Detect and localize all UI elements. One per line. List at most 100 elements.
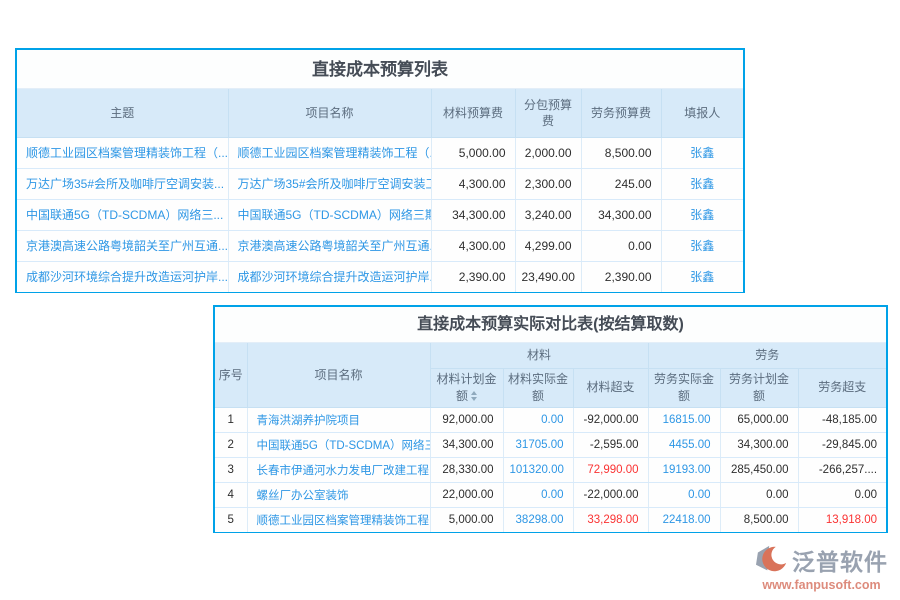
fanpu-watermark: 泛普软件 www.fanpusoft.com bbox=[755, 543, 888, 592]
budget-project-link[interactable]: 顺德工业园区档案管理精装饰工程（... bbox=[228, 137, 431, 168]
col-header-material-actual: 材料实际金额 bbox=[503, 368, 573, 407]
budget-material-cell: 4,300.00 bbox=[431, 230, 515, 261]
compare-table-row: 1青海洪湖养护院项目92,000.000.00-92,000.0016815.0… bbox=[215, 407, 886, 432]
col-header-reporter: 填报人 bbox=[661, 89, 743, 137]
budget-material-cell: 4,300.00 bbox=[431, 168, 515, 199]
seq-cell: 2 bbox=[215, 432, 247, 457]
labor-over-cell: -266,257.... bbox=[798, 457, 886, 482]
col-header-subject: 主题 bbox=[17, 89, 228, 137]
budget-header-row: 主题 项目名称 材料预算费 分包预算费 劳务预算费 填报人 bbox=[17, 89, 743, 137]
seq-cell: 1 bbox=[215, 407, 247, 432]
compare-table-row: 5顺德工业园区档案管理精装饰工程5,000.0038298.0033,298.0… bbox=[215, 507, 886, 532]
compare-panel: 直接成本预算实际对比表(按结算取数) 序号 项目名称 材料 劳务 材料计划金额 … bbox=[213, 305, 888, 533]
budget-table-row: 成都沙河环境综合提升改造运河护岸...成都沙河环境综合提升改造运河护岸...2,… bbox=[17, 261, 743, 292]
col-header-labor-actual: 劳务实际金额 bbox=[648, 368, 720, 407]
labor-plan-cell: 65,000.00 bbox=[720, 407, 798, 432]
fanpu-logo-text: 泛普软件 bbox=[792, 543, 888, 577]
budget-reporter-link[interactable]: 张鑫 bbox=[661, 261, 743, 292]
col-header-labor-plan: 劳务计划金额 bbox=[720, 368, 798, 407]
compare-table-row: 2中国联通5G（TD-SCDMA）网络三期...34,300.0031705.0… bbox=[215, 432, 886, 457]
material-over-cell: 33,298.00 bbox=[573, 507, 648, 532]
seq-cell: 4 bbox=[215, 482, 247, 507]
budget-subject-link[interactable]: 顺德工业园区档案管理精装饰工程（... bbox=[17, 137, 228, 168]
col-header-labor-budget: 劳务预算费 bbox=[581, 89, 661, 137]
labor-plan-cell: 285,450.00 bbox=[720, 457, 798, 482]
group-header-material: 材料 bbox=[430, 343, 648, 368]
budget-table-row: 中国联通5G（TD-SCDMA）网络三...中国联通5G（TD-SCDMA）网络… bbox=[17, 199, 743, 230]
budget-reporter-link[interactable]: 张鑫 bbox=[661, 230, 743, 261]
labor-over-cell: 0.00 bbox=[798, 482, 886, 507]
budget-project-link[interactable]: 成都沙河环境综合提升改造运河护岸... bbox=[228, 261, 431, 292]
budget-table-row: 京港澳高速公路粤境韶关至广州互通...京港澳高速公路粤境韶关至广州互通...4,… bbox=[17, 230, 743, 261]
sort-icon[interactable] bbox=[471, 391, 477, 401]
col-header-labor-over: 劳务超支 bbox=[798, 368, 886, 407]
budget-labor-cell: 8,500.00 bbox=[581, 137, 661, 168]
col-header-material-plan[interactable]: 材料计划金额 bbox=[430, 368, 503, 407]
compare-project-link[interactable]: 中国联通5G（TD-SCDMA）网络三期... bbox=[247, 432, 430, 457]
budget-material-cell: 2,390.00 bbox=[431, 261, 515, 292]
budget-subcontract-cell: 2,300.00 bbox=[515, 168, 581, 199]
budget-subject-link[interactable]: 万达广场35#会所及咖啡厅空调安装... bbox=[17, 168, 228, 199]
budget-reporter-link[interactable]: 张鑫 bbox=[661, 168, 743, 199]
budget-material-cell: 34,300.00 bbox=[431, 199, 515, 230]
fanpu-logo-icon bbox=[755, 544, 789, 576]
budget-table-body: 顺德工业园区档案管理精装饰工程（...顺德工业园区档案管理精装饰工程（...5,… bbox=[17, 137, 743, 292]
budget-material-cell: 5,000.00 bbox=[431, 137, 515, 168]
material-plan-cell: 34,300.00 bbox=[430, 432, 503, 457]
budget-table-row: 万达广场35#会所及咖啡厅空调安装...万达广场35#会所及咖啡厅空调安装工程4… bbox=[17, 168, 743, 199]
seq-cell: 3 bbox=[215, 457, 247, 482]
compare-table-row: 4螺丝厂办公室装饰22,000.000.00-22,000.000.000.00… bbox=[215, 482, 886, 507]
seq-cell: 5 bbox=[215, 507, 247, 532]
material-over-cell: -22,000.00 bbox=[573, 482, 648, 507]
col-header-project: 项目名称 bbox=[228, 89, 431, 137]
fanpu-logo-url: www.fanpusoft.com bbox=[755, 578, 888, 592]
budget-table-row: 顺德工业园区档案管理精装饰工程（...顺德工业园区档案管理精装饰工程（...5,… bbox=[17, 137, 743, 168]
budget-labor-cell: 34,300.00 bbox=[581, 199, 661, 230]
material-actual-cell: 31705.00 bbox=[503, 432, 573, 457]
budget-subject-link[interactable]: 京港澳高速公路粤境韶关至广州互通... bbox=[17, 230, 228, 261]
labor-actual-cell: 22418.00 bbox=[648, 507, 720, 532]
compare-project-link[interactable]: 青海洪湖养护院项目 bbox=[247, 407, 430, 432]
budget-subject-link[interactable]: 中国联通5G（TD-SCDMA）网络三... bbox=[17, 199, 228, 230]
budget-subject-link[interactable]: 成都沙河环境综合提升改造运河护岸... bbox=[17, 261, 228, 292]
labor-over-cell: -48,185.00 bbox=[798, 407, 886, 432]
compare-title: 直接成本预算实际对比表(按结算取数) bbox=[215, 307, 886, 343]
compare-table-body: 1青海洪湖养护院项目92,000.00 0.00 -92,000.0016815.0… bbox=[215, 407, 886, 532]
budget-reporter-link[interactable]: 张鑫 bbox=[661, 137, 743, 168]
material-over-cell: -2,595.00 bbox=[573, 432, 648, 457]
col-header-material-budget: 材料预算费 bbox=[431, 89, 515, 137]
compare-project-link[interactable]: 螺丝厂办公室装饰 bbox=[247, 482, 430, 507]
budget-subcontract-cell: 23,490.00 bbox=[515, 261, 581, 292]
material-actual-cell: 38298.00 bbox=[503, 507, 573, 532]
compare-table: 序号 项目名称 材料 劳务 材料计划金额 材料实际金额 材料超支 劳务实际金额 … bbox=[215, 343, 886, 532]
budget-subcontract-cell: 4,299.00 bbox=[515, 230, 581, 261]
budget-list-title: 直接成本预算列表 bbox=[17, 50, 743, 89]
budget-list-panel: 直接成本预算列表 主题 项目名称 材料预算费 分包预算费 劳务预算费 填报人 顺… bbox=[15, 48, 745, 293]
material-over-cell: 72,990.00 bbox=[573, 457, 648, 482]
labor-plan-cell: 34,300.00 bbox=[720, 432, 798, 457]
budget-reporter-link[interactable]: 张鑫 bbox=[661, 199, 743, 230]
labor-over-cell: 13,918.00 bbox=[798, 507, 886, 532]
col-header-subcontract-budget: 分包预算费 bbox=[515, 89, 581, 137]
material-actual-cell: 0.00 bbox=[503, 482, 573, 507]
compare-project-link[interactable]: 顺德工业园区档案管理精装饰工程 bbox=[247, 507, 430, 532]
col-header-seq: 序号 bbox=[215, 343, 247, 407]
budget-project-link[interactable]: 京港澳高速公路粤境韶关至广州互通... bbox=[228, 230, 431, 261]
compare-table-row: 3长春市伊通河水力发电厂改建工程28,330.00101320.0072,990… bbox=[215, 457, 886, 482]
labor-plan-cell: 8,500.00 bbox=[720, 507, 798, 532]
budget-project-link[interactable]: 中国联通5G（TD-SCDMA）网络三期... bbox=[228, 199, 431, 230]
labor-over-cell: -29,845.00 bbox=[798, 432, 886, 457]
material-actual-cell: 101320.00 bbox=[503, 457, 573, 482]
material-plan-cell: 22,000.00 bbox=[430, 482, 503, 507]
labor-actual-cell: 16815.00 bbox=[648, 407, 720, 432]
group-header-labor: 劳务 bbox=[648, 343, 886, 368]
labor-actual-cell: 19193.00 bbox=[648, 457, 720, 482]
material-plan-cell: 92,000.00 bbox=[430, 407, 503, 432]
budget-subcontract-cell: 2,000.00 bbox=[515, 137, 581, 168]
compare-project-link[interactable]: 长春市伊通河水力发电厂改建工程 bbox=[247, 457, 430, 482]
material-over-cell: -92,000.00 bbox=[573, 407, 648, 432]
budget-project-link[interactable]: 万达广场35#会所及咖啡厅空调安装工程 bbox=[228, 168, 431, 199]
budget-subcontract-cell: 3,240.00 bbox=[515, 199, 581, 230]
material-plan-cell: 28,330.00 bbox=[430, 457, 503, 482]
labor-actual-cell: 4455.00 bbox=[648, 432, 720, 457]
